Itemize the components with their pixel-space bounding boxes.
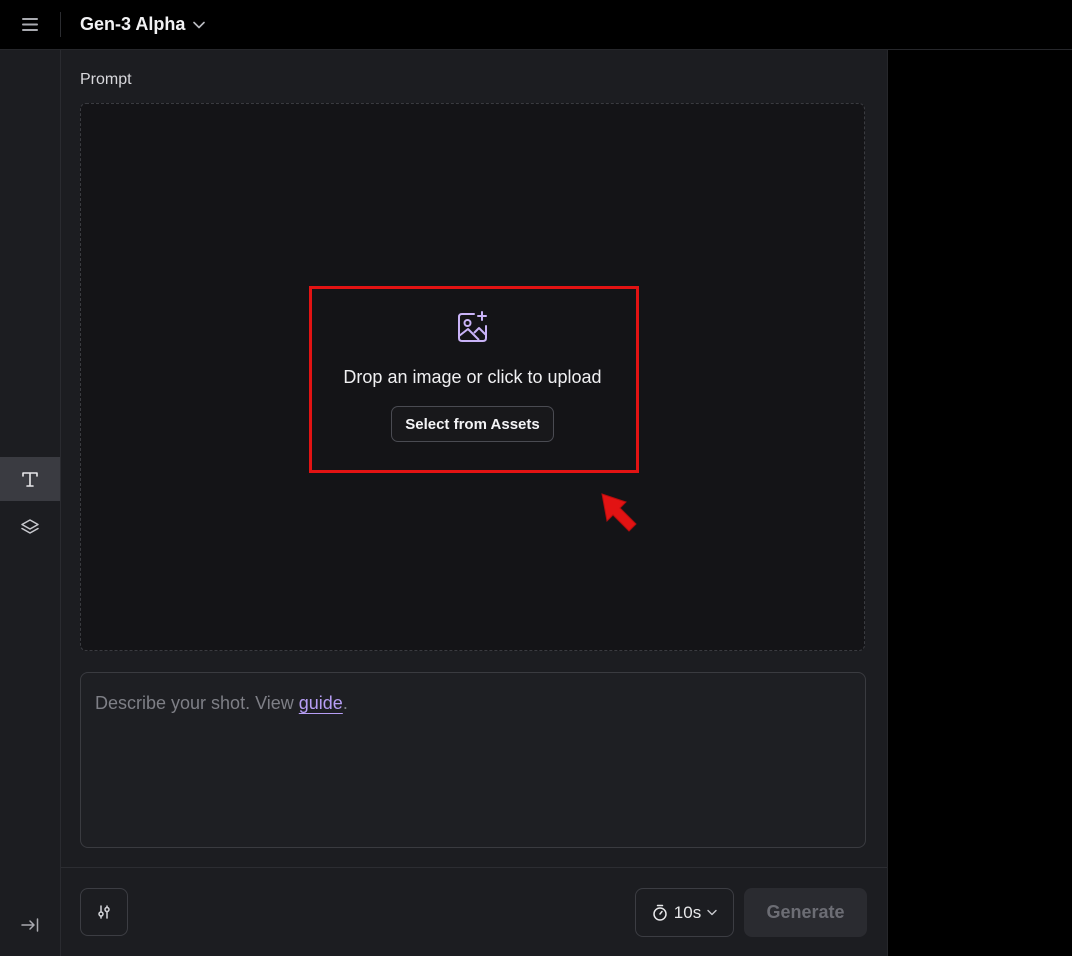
model-selector[interactable]: Gen-3 Alpha <box>80 0 206 49</box>
model-name: Gen-3 Alpha <box>80 14 186 34</box>
image-dropzone[interactable]: Drop an image or click to upload Select … <box>80 103 865 651</box>
sidebar-item-text[interactable] <box>0 457 60 501</box>
hamburger-icon <box>22 18 38 31</box>
prompt-textarea[interactable]: Describe your shot. View guide. <box>80 672 866 848</box>
top-bar: Gen-3 Alpha <box>0 0 1072 50</box>
stopwatch-icon <box>653 904 667 921</box>
generate-button[interactable]: Generate <box>744 888 867 937</box>
upload-instruction: Drop an image or click to upload <box>343 367 602 387</box>
sliders-icon <box>98 905 110 919</box>
duration-value: 10s <box>673 902 702 922</box>
text-icon <box>22 472 38 487</box>
prompt-placeholder: Describe your shot. View guide. <box>95 693 348 714</box>
sidebar-item-layers[interactable] <box>0 506 60 550</box>
menu-button[interactable] <box>0 0 60 49</box>
duration-selector[interactable]: 10s <box>635 888 734 937</box>
footer-divider <box>61 867 887 868</box>
left-sidebar <box>0 50 61 956</box>
settings-button[interactable] <box>80 888 128 936</box>
image-plus-icon <box>457 311 487 342</box>
prompt-panel: Prompt Drop an image or click to upload … <box>61 50 888 956</box>
layers-icon <box>21 519 39 534</box>
placeholder-period: . <box>342 693 348 713</box>
sidebar-collapse-button[interactable] <box>0 903 60 947</box>
chevron-down-icon <box>707 909 717 916</box>
guide-link[interactable]: guide <box>299 693 343 713</box>
prompt-label: Prompt <box>80 71 132 88</box>
select-from-assets-button[interactable]: Select from Assets <box>391 406 554 442</box>
collapse-arrow-icon <box>21 918 39 932</box>
topbar-divider <box>60 12 61 37</box>
chevron-down-icon <box>193 21 206 28</box>
upload-content: Drop an image or click to upload Select … <box>81 309 864 442</box>
placeholder-text: Describe your shot. View <box>95 693 299 713</box>
